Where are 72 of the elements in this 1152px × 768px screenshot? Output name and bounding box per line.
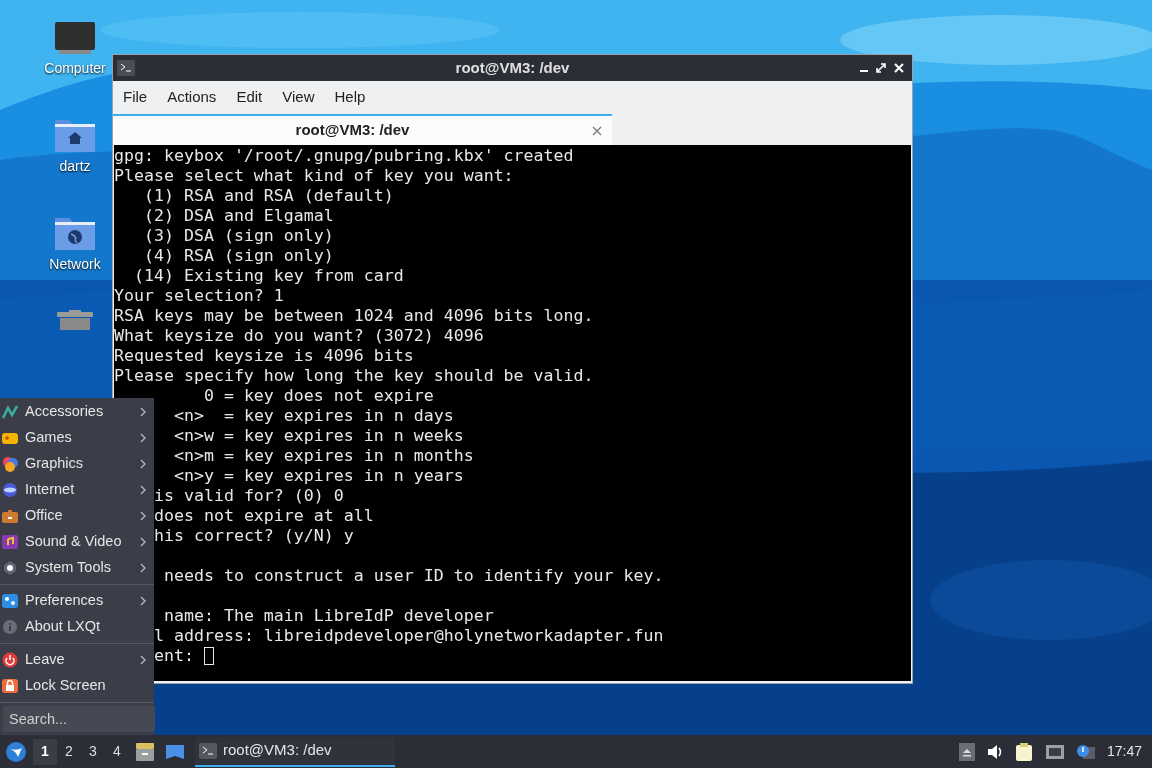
terminal-line: does not expire at all	[153, 506, 374, 526]
monitor-icon	[53, 20, 97, 56]
terminal-line: (1) RSA and RSA (default)	[144, 186, 394, 206]
music-icon	[2, 534, 18, 550]
terminal-icon	[199, 742, 217, 759]
menu-entry[interactable]: Office	[0, 503, 154, 529]
menu-entry[interactable]: Preferences	[0, 588, 154, 614]
menu-item[interactable]: Help	[326, 85, 374, 109]
terminal-line: name: The main LibreIdP developer	[163, 606, 494, 626]
file-cabinet-icon	[135, 741, 155, 762]
terminal-line: 0 = key does not expire	[203, 386, 434, 406]
terminal-line: ent:	[153, 646, 195, 666]
close-icon	[894, 63, 904, 73]
color-circles-icon	[2, 456, 18, 472]
lock-icon	[2, 678, 18, 694]
terminal-line: What keysize do you want? (3072) 4096	[114, 326, 484, 346]
terminal-line: needs to construct a user ID to identify your key.	[163, 566, 664, 586]
desktop-switch-button[interactable]: 1	[33, 738, 57, 765]
gamepad-icon	[2, 430, 18, 446]
clipboard-icon	[1014, 742, 1033, 761]
menu-entry[interactable]: Lock Screen	[0, 673, 154, 699]
menu-entry[interactable]: Internet	[0, 477, 154, 503]
terminal-line: gpg: keybox '/root/.gnupg/pubring.kbx' created	[114, 146, 574, 166]
terminal-line: (3) DSA (sign only)	[144, 226, 334, 246]
menu-entry[interactable]: Leave	[0, 647, 154, 673]
terminal-line: (2) DSA and Elgamal	[144, 206, 334, 226]
terminal-line: is valid for? (0) 0	[153, 486, 344, 506]
briefcase-icon	[2, 508, 18, 524]
terminal-line: Please specify how long the key should be valid.	[114, 366, 594, 386]
trash-icon	[55, 310, 95, 330]
menu-entry[interactable]: Sound & Video	[0, 529, 154, 555]
menu-item[interactable]: View	[274, 85, 323, 109]
clock[interactable]: 17:47	[1106, 741, 1142, 762]
tab[interactable]: root@VM3: /dev	[113, 114, 612, 145]
menu-entry[interactable]: Accessories	[0, 399, 154, 425]
menu-item[interactable]: File	[115, 85, 156, 109]
desktop-switch-button[interactable]: 2	[57, 738, 81, 765]
terminal-line: l address: libreidpdeveloper@holynetworkadapter.fun	[153, 626, 664, 646]
power-icon	[2, 652, 18, 668]
terminal-line: <n> = key expires in n days	[173, 406, 454, 426]
terminal-line: Your selection? 1	[114, 286, 284, 306]
search-field[interactable]: Search...	[3, 706, 155, 732]
desktop-switch-button[interactable]: 4	[105, 738, 129, 765]
globe-icon	[2, 482, 18, 498]
terminal-line: (14) Existing key from card	[134, 266, 404, 286]
volume-icon	[986, 742, 1003, 761]
taskbar-button[interactable]: root@VM3: /dev	[195, 736, 395, 767]
terminal-line: <n>y = key expires in n years	[173, 466, 464, 486]
minimize-icon	[860, 70, 868, 72]
eject-icon	[958, 742, 975, 761]
terminal-line: RSA keys may be between 1024 and 4096 bits long.	[114, 306, 594, 326]
terminal-line: Please select what kind of key you want:	[114, 166, 514, 186]
terminal-line: <n>w = key expires in n weeks	[173, 426, 464, 446]
menu-item[interactable]: Actions	[159, 85, 225, 109]
menu-entry[interactable]: Games	[0, 425, 154, 451]
menu-entry[interactable]: System Tools	[0, 555, 154, 581]
icon-label[interactable]: Network	[49, 256, 101, 272]
terminal-icon	[117, 60, 135, 76]
terminal-line: (4) RSA (sign only)	[144, 246, 334, 266]
maximize-icon	[876, 63, 886, 73]
desktop-switch-button[interactable]: 3	[81, 738, 105, 765]
terminal-line: his correct? (y/N) y	[153, 526, 354, 546]
icon-label[interactable]: dartz	[59, 158, 91, 174]
terminal-line: Requested keysize is 4096 bits	[114, 346, 414, 366]
menu-entry[interactable]: About LXQt	[0, 614, 154, 640]
close-icon	[592, 125, 602, 136]
window-title: root@VM3: /dev	[455, 57, 570, 78]
notification-icon	[1076, 742, 1095, 761]
menu-item[interactable]: Edit	[228, 85, 271, 109]
start-menu-icon	[5, 740, 27, 763]
terminal-line: <n>m = key expires in n months	[173, 446, 474, 466]
menu-entry[interactable]: Graphics	[0, 451, 154, 477]
